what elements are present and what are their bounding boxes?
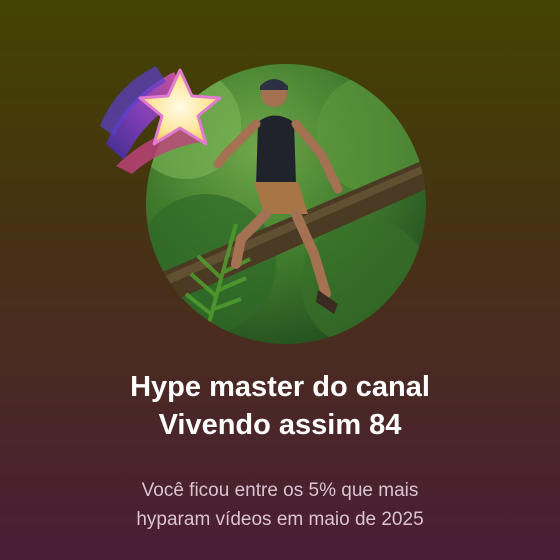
title-line: Hype master do canal <box>130 371 430 403</box>
badge-title: Hype master do canal Vivendo assim 84 <box>0 368 560 444</box>
badge-description: Você ficou entre os 5% que mais hyparam … <box>0 476 560 534</box>
star-icon <box>100 66 222 174</box>
channel-name: Vivendo assim 84 <box>158 409 402 441</box>
hype-badge <box>0 0 560 360</box>
description-line: Você ficou entre os 5% que mais <box>141 480 419 501</box>
description-line: hyparam vídeos em maio de 2025 <box>136 509 424 530</box>
